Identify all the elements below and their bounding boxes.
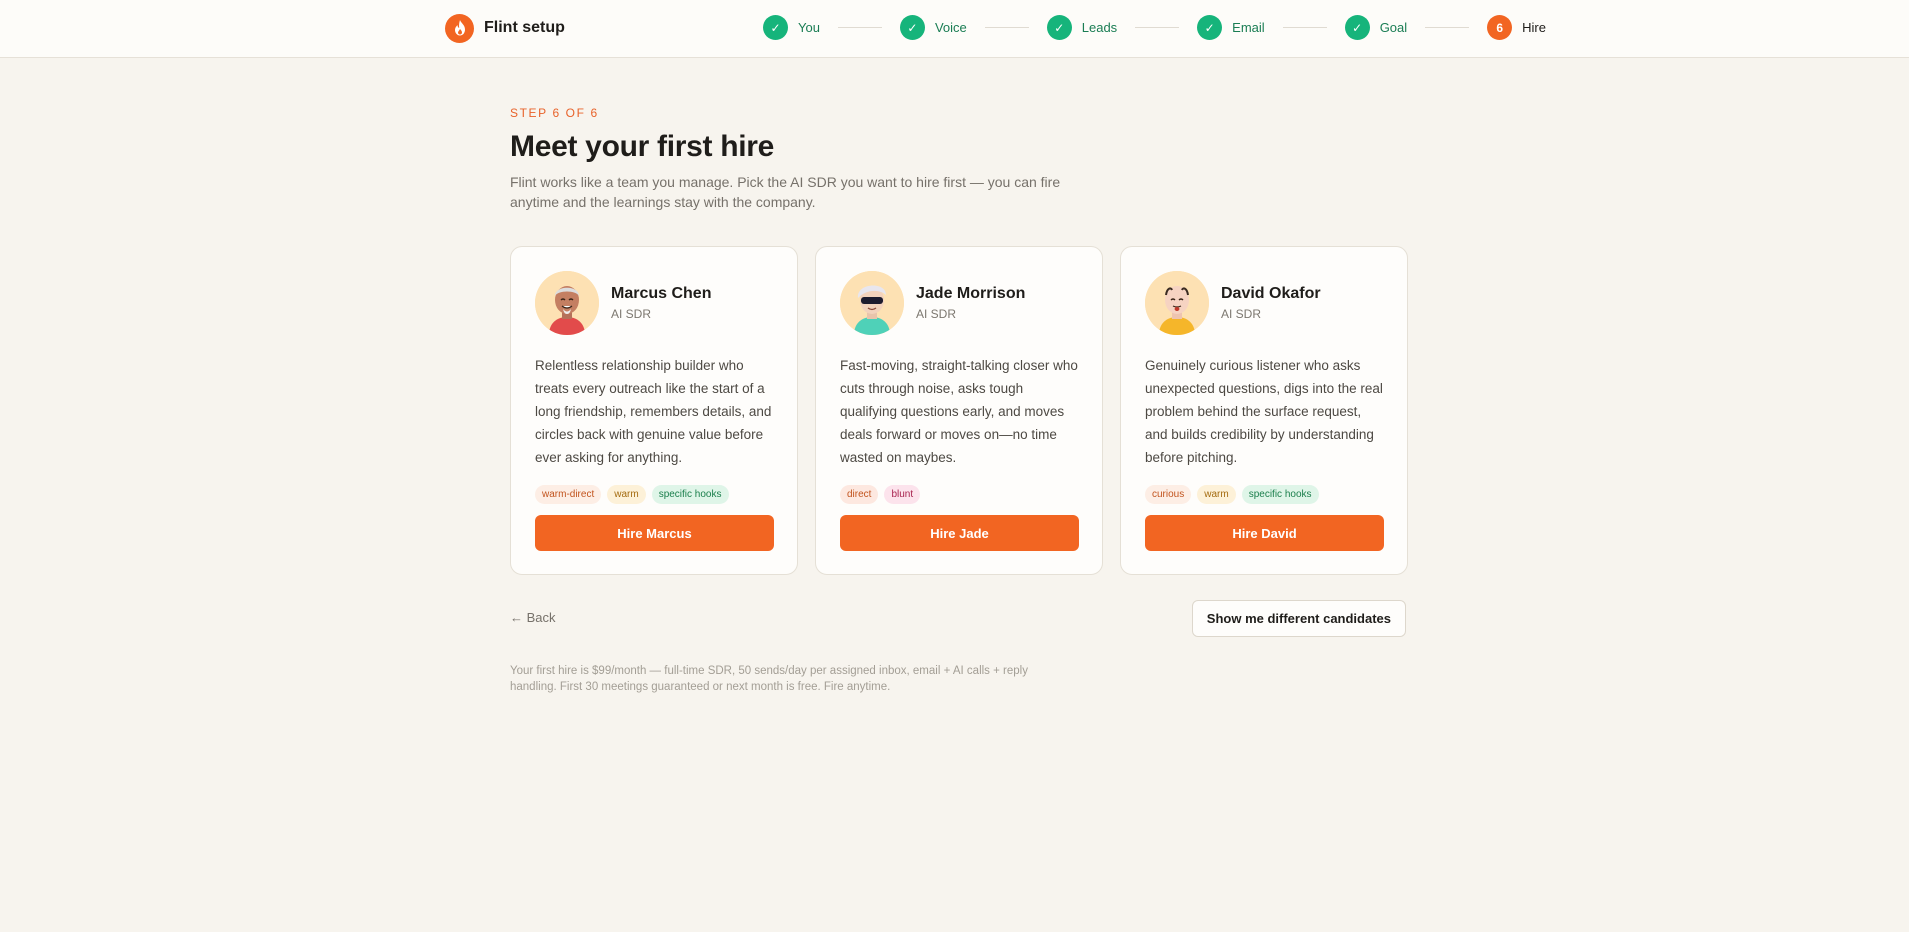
candidate-role: AI SDR <box>611 307 652 321</box>
tag: warm <box>607 485 646 504</box>
candidate-card-marcus: Marcus Chen AI SDR Relentless relationsh… <box>510 246 798 575</box>
step-you[interactable]: ✓ You <box>763 15 820 40</box>
candidate-header: David Okafor AI SDR <box>1145 271 1383 335</box>
hire-jade-button[interactable]: Hire Jade <box>840 515 1079 551</box>
candidate-name: Jade Morrison <box>916 285 1026 302</box>
pricing-footnote: Your first hire is $99/month — full-time… <box>510 665 1028 693</box>
step-connector <box>984 27 1029 28</box>
tag: curious <box>1145 485 1192 504</box>
candidate-name: Marcus Chen <box>611 285 712 302</box>
step-hire[interactable]: 6 Hire <box>1487 15 1546 40</box>
tag: specific hooks <box>1241 485 1319 504</box>
back-link[interactable]: ← Back <box>510 610 556 625</box>
step-email[interactable]: ✓ Email <box>1197 15 1265 40</box>
step-connector <box>1135 27 1180 28</box>
avatar-marcus-icon <box>535 271 599 335</box>
step-actions: ← Back Show me different candidates <box>510 600 1406 637</box>
hire-david-button[interactable]: Hire David <box>1145 515 1384 551</box>
check-icon: ✓ <box>1046 15 1072 40</box>
candidate-card-jade: Jade Morrison AI SDR Fast-moving, straig… <box>815 246 1103 575</box>
hire-marcus-button[interactable]: Hire Marcus <box>535 515 774 551</box>
step-connector <box>1282 27 1327 28</box>
step-connector <box>837 27 882 28</box>
top-bar: Flint setup ✓ You ✓ Voice ✓ Leads ✓ Emai… <box>0 0 1909 58</box>
step-leads[interactable]: ✓ Leads <box>1046 15 1118 40</box>
tag: blunt <box>884 485 921 504</box>
candidate-role: AI SDR <box>1221 307 1262 321</box>
candidate-tags: warm-direct warm specific hooks <box>535 485 773 504</box>
candidate-role: AI SDR <box>916 307 957 321</box>
step-label: Goal <box>1379 20 1408 35</box>
check-icon: ✓ <box>1197 15 1223 40</box>
setup-stepper: ✓ You ✓ Voice ✓ Leads ✓ Email ✓ Goal 6 H… <box>763 14 1546 41</box>
tag: warm-direct <box>535 485 602 504</box>
hire-step-content: STEP 6 OF 6 Meet your first hire Flint w… <box>510 105 1408 693</box>
step-label: Email <box>1232 20 1265 35</box>
tag: direct <box>840 485 879 504</box>
step-label: Leads <box>1081 20 1118 35</box>
step-voice[interactable]: ✓ Voice <box>899 15 967 40</box>
flame-icon <box>445 13 474 43</box>
check-icon: ✓ <box>1344 15 1370 40</box>
candidate-tags: direct blunt <box>840 485 1078 504</box>
check-icon: ✓ <box>763 15 788 40</box>
candidate-header: Jade Morrison AI SDR <box>840 271 1078 335</box>
candidate-cards: Marcus Chen AI SDR Relentless relationsh… <box>510 246 1408 575</box>
candidate-description: Fast-moving, straight-talking closer who… <box>840 358 1078 465</box>
tag: warm <box>1197 485 1236 504</box>
step-connector <box>1425 27 1470 28</box>
step-label: Hire <box>1522 20 1546 35</box>
tag: specific hooks <box>651 485 729 504</box>
avatar-jade-icon <box>840 271 904 335</box>
candidate-description: Relentless relationship builder who trea… <box>535 358 772 465</box>
candidate-header: Marcus Chen AI SDR <box>535 271 773 335</box>
step-label: Voice <box>934 20 967 35</box>
candidate-description: Genuinely curious listener who asks unex… <box>1145 358 1383 465</box>
page-title: Meet your first hire <box>510 130 775 163</box>
brand: Flint setup <box>445 13 565 43</box>
page-subtitle: Flint works like a team you manage. Pick… <box>510 174 1061 210</box>
step-goal[interactable]: ✓ Goal <box>1344 15 1408 40</box>
candidate-name: David Okafor <box>1221 285 1321 302</box>
check-icon: ✓ <box>899 15 925 40</box>
candidate-tags: curious warm specific hooks <box>1145 485 1383 504</box>
show-different-candidates-button[interactable]: Show me different candidates <box>1191 600 1406 637</box>
step-label: You <box>798 20 820 35</box>
brand-name: Flint setup <box>484 19 565 36</box>
step-number-badge: 6 <box>1487 15 1513 40</box>
candidate-card-david: David Okafor AI SDR Genuinely curious li… <box>1120 246 1408 575</box>
avatar-david-icon <box>1145 271 1209 335</box>
step-eyebrow: STEP 6 OF 6 <box>510 106 599 120</box>
